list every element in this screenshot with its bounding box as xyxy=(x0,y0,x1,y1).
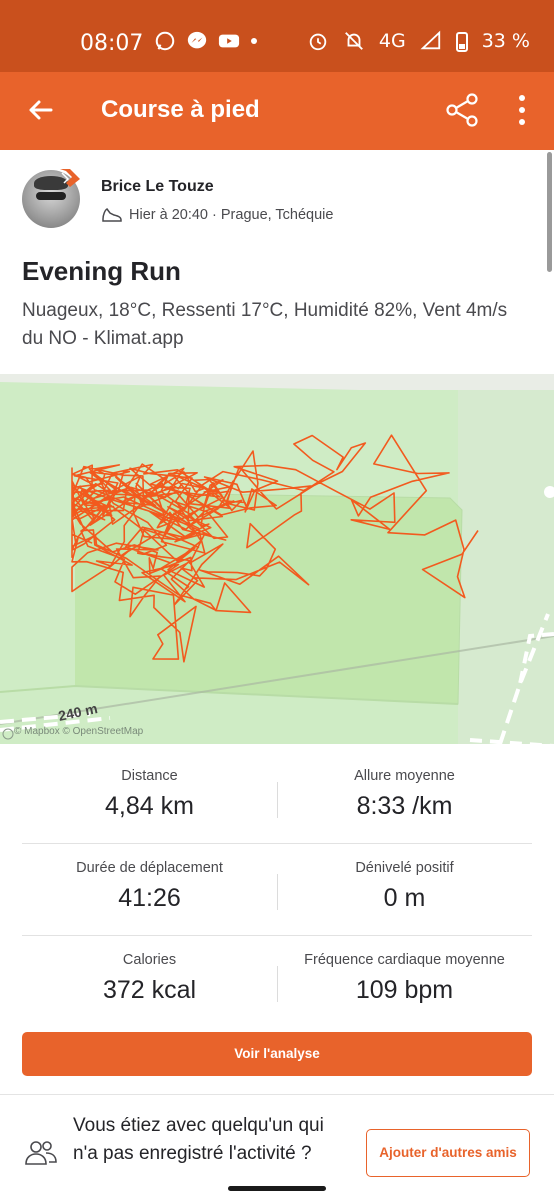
stat-label: Dénivelé positif xyxy=(355,860,454,876)
status-bar: 08:07 4G 33 % xyxy=(0,0,554,72)
stat-label: Distance xyxy=(121,768,178,784)
alarm-icon xyxy=(309,33,327,51)
view-analysis-button[interactable]: Voir l'analyse xyxy=(22,1032,532,1076)
stat-value: 8:33 /km xyxy=(356,792,453,820)
stat-pace: Allure moyenne 8:33 /km xyxy=(277,752,532,821)
shoe-icon xyxy=(102,208,122,222)
stat-label: Fréquence cardiaque moyenne xyxy=(304,952,505,968)
signal-icon xyxy=(420,30,440,50)
stats-grid: Distance 4,84 km Allure moyenne 8:33 /km D… xyxy=(22,752,532,1028)
stats-row: Calories 372 kcal Fréquence cardiaque moy… xyxy=(22,936,532,1028)
activity-description: Nuageux, 18°C, Ressenti 17°C, Humidité 8… xyxy=(22,300,508,349)
activity-title: Evening Run xyxy=(22,256,181,286)
page-title: Course à pied xyxy=(101,96,260,123)
stat-label: Allure moyenne xyxy=(354,768,455,784)
stat-distance: Distance 4,84 km xyxy=(22,752,277,821)
strava-badge-icon xyxy=(60,169,80,187)
map-attribution[interactable]: © Mapbox © OpenStreetMap xyxy=(14,726,143,737)
stat-value: 0 m xyxy=(383,884,426,912)
divider xyxy=(0,1094,554,1095)
stat-value: 372 kcal xyxy=(102,976,197,1004)
stat-value: 41:26 xyxy=(118,884,181,912)
more-options-icon[interactable] xyxy=(512,92,532,128)
stat-value: 109 bpm xyxy=(355,976,454,1004)
whatsapp-icon xyxy=(155,31,175,51)
athlete-name[interactable]: Brice Le Touze xyxy=(101,178,214,196)
activity-meta: Hier à 20:40 · Prague, Tchéquie xyxy=(101,206,333,224)
battery-icon xyxy=(455,32,468,52)
share-icon[interactable] xyxy=(444,92,480,128)
friends-icon xyxy=(25,1141,57,1165)
stat-moving-time: Durée de déplacement 41:26 xyxy=(22,844,277,913)
dot-icon xyxy=(251,38,257,44)
battery-level: 33 % xyxy=(481,30,530,52)
stat-calories: Calories 372 kcal xyxy=(22,936,277,1005)
stat-label: Durée de déplacement xyxy=(76,860,223,876)
youtube-icon xyxy=(218,34,240,48)
stats-row: Durée de déplacement 41:26 Dénivelé posit… xyxy=(22,844,532,936)
status-time: 08:07 xyxy=(80,31,144,56)
home-gesture-handle[interactable] xyxy=(228,1186,326,1191)
stat-value: 4,84 km xyxy=(105,792,194,820)
back-arrow-icon[interactable] xyxy=(24,94,56,126)
mute-icon xyxy=(345,32,363,50)
stat-elevation: Dénivelé positif 0 m xyxy=(277,844,532,913)
messenger-icon xyxy=(187,31,207,49)
stat-label: Calories xyxy=(122,952,177,968)
stats-row: Distance 4,84 km Allure moyenne 8:33 /km xyxy=(22,752,532,844)
route-map[interactable]: 240 m © Mapbox © OpenStreetMap xyxy=(0,374,554,744)
network-type: 4G xyxy=(378,30,406,52)
friends-prompt: Vous étiez avec quelqu'un qui n'a pas en… xyxy=(73,1115,324,1164)
activity-meta-text: Hier à 20:40 · Prague, Tchéquie xyxy=(129,207,334,223)
scroll-indicator xyxy=(547,152,552,272)
stat-heart-rate: Fréquence cardiaque moyenne 109 bpm xyxy=(277,936,532,1005)
map-canvas xyxy=(0,374,554,744)
add-friends-button[interactable]: Ajouter d'autres amis xyxy=(366,1129,530,1177)
app-header: Course à pied xyxy=(0,72,554,150)
